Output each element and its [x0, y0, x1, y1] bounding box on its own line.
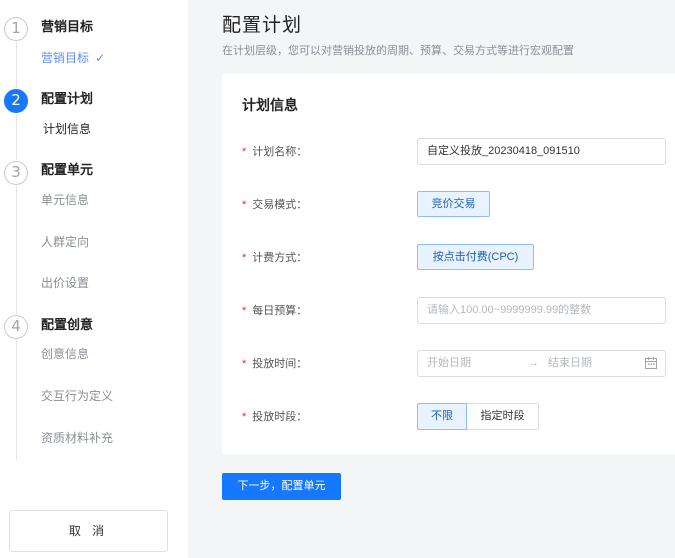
trade-mode-label: * 交易模式：: [242, 199, 308, 211]
sidebar-item-marketing-goal[interactable]: 营销目标 ✓: [41, 51, 105, 65]
step-connector: [16, 186, 17, 314]
step-3-number: 3: [4, 161, 28, 185]
required-mark: *: [242, 199, 247, 211]
plan-name-label: * 计划名称：: [242, 146, 308, 158]
required-mark: *: [242, 411, 247, 423]
step-1-title: 营销目标: [41, 19, 94, 34]
billing-cpc-button[interactable]: 按点击付费(CPC): [417, 244, 534, 270]
daily-budget-input[interactable]: 请输入100.00~9999999.99的整数: [417, 297, 666, 324]
step-connector: [16, 340, 17, 460]
sidebar-item-bid-settings[interactable]: 出价设置: [41, 276, 89, 290]
calendar-icon: [645, 357, 657, 369]
trade-mode-bidding-button[interactable]: 竞价交易: [417, 191, 490, 217]
time-slot-segmented: 不限 指定时段: [417, 403, 539, 430]
step-2-number: 2: [4, 89, 28, 113]
daily-budget-label: * 每日预算：: [242, 305, 308, 317]
sidebar-item-unit-info[interactable]: 单元信息: [41, 193, 89, 207]
time-slot-unlimited-option[interactable]: 不限: [417, 403, 467, 430]
step-2-title: 配置计划: [41, 91, 94, 106]
sidebar-item-creative-info[interactable]: 创意信息: [41, 347, 89, 361]
step-1-number: 1: [4, 17, 28, 41]
delivery-time-label: * 投放时间：: [242, 358, 308, 370]
step-connector: [16, 114, 17, 160]
step-connector: [16, 42, 17, 88]
steps-sidebar: 1 营销目标 营销目标 ✓ 2 配置计划 计划信息 3 配置单元 单元信息 人群定…: [0, 0, 188, 558]
required-mark: *: [242, 252, 247, 264]
check-icon: ✓: [95, 51, 106, 65]
end-date-input[interactable]: 结束日期: [548, 351, 592, 376]
required-mark: *: [242, 305, 247, 317]
page-title: 配置计划: [222, 15, 303, 36]
sidebar-item-interaction-definition[interactable]: 交互行为定义: [41, 389, 113, 403]
card-title: 计划信息: [242, 97, 298, 113]
step-4-number: 4: [4, 315, 28, 339]
page-subtitle: 在计划层级，您可以对营销投放的周期、预算、交易方式等进行宏观配置: [222, 45, 574, 57]
next-configure-unit-button[interactable]: 下一步，配置单元: [222, 473, 341, 500]
billing-method-label: * 计费方式：: [242, 252, 308, 264]
start-date-input[interactable]: 开始日期: [427, 351, 471, 376]
step-4-title: 配置创意: [41, 317, 94, 332]
plan-info-card: 计划信息 * 计划名称： 自定义投放_20230418_091510 * 交易模式：…: [222, 74, 675, 454]
range-arrow-icon: →: [528, 357, 539, 369]
step-3-title: 配置单元: [41, 162, 94, 177]
sidebar-item-audience-targeting[interactable]: 人群定向: [41, 235, 89, 249]
plan-name-input[interactable]: 自定义投放_20230418_091510: [417, 138, 666, 165]
sidebar-item-plan-info[interactable]: 计划信息: [43, 122, 91, 136]
sidebar-item-label: 营销目标: [41, 51, 90, 65]
time-slot-specified-option[interactable]: 指定时段: [467, 403, 539, 430]
sidebar-item-qualification-materials[interactable]: 资质材料补充: [41, 431, 113, 445]
required-mark: *: [242, 146, 247, 158]
time-slot-label: * 投放时段：: [242, 411, 308, 423]
cancel-button[interactable]: 取 消: [9, 510, 168, 552]
required-mark: *: [242, 358, 247, 370]
delivery-date-range[interactable]: 开始日期 → 结束日期: [417, 350, 666, 377]
